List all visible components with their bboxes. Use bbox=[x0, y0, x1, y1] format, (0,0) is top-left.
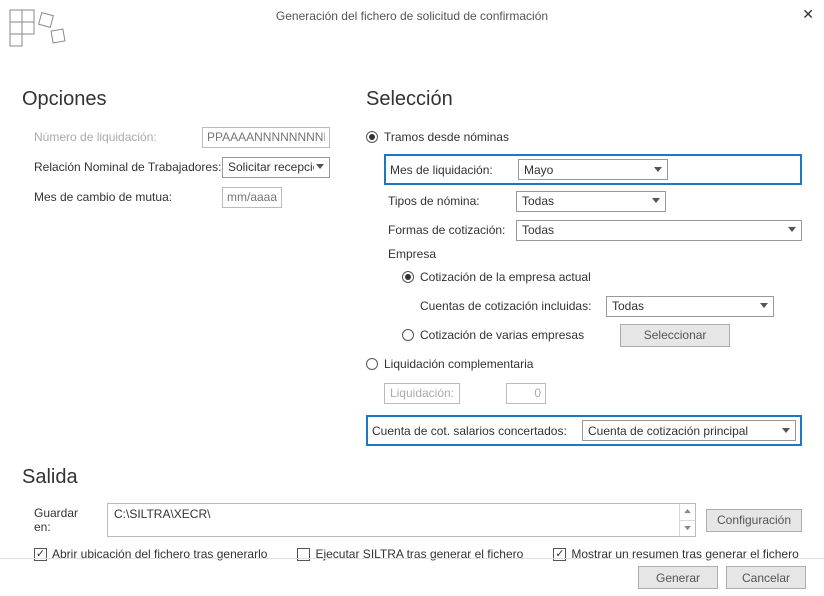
cuenta-cot-salarios-select[interactable]: Cuenta de cotización principal bbox=[582, 420, 796, 441]
chevron-down-icon bbox=[314, 158, 327, 177]
close-icon[interactable]: ✕ bbox=[802, 6, 814, 23]
tipos-nomina-select[interactable]: Todas bbox=[516, 191, 666, 212]
configuracion-button[interactable]: Configuración bbox=[706, 509, 802, 532]
chevron-down-icon bbox=[779, 421, 793, 440]
radio-dot-icon bbox=[366, 358, 378, 370]
num-liquidacion-label: Número de liquidación: bbox=[22, 130, 202, 144]
cuentas-incluidas-label: Cuentas de cotización incluidas: bbox=[420, 299, 606, 313]
relacion-nominal-label: Relación Nominal de Trabajadores: bbox=[22, 160, 222, 174]
formas-cotizacion-label: Formas de cotización: bbox=[384, 223, 516, 237]
num-liquidacion-input bbox=[202, 127, 330, 148]
guardar-en-input[interactable]: C:\SILTRA\XECR\ bbox=[107, 503, 696, 537]
tipos-nomina-label: Tipos de nómina: bbox=[384, 194, 516, 208]
radio-dot-icon bbox=[402, 271, 414, 283]
mes-liquidacion-select[interactable]: Mayo bbox=[518, 159, 668, 180]
radio-dot-icon bbox=[402, 329, 414, 341]
seleccion-heading: Selección bbox=[366, 88, 802, 111]
chevron-down-icon bbox=[649, 192, 663, 211]
cuenta-cot-salarios-label: Cuenta de cot. salarios concertados: bbox=[372, 424, 582, 438]
mes-liquidacion-label: Mes de liquidación: bbox=[390, 163, 518, 177]
mes-liquidacion-row: Mes de liquidación: Mayo bbox=[384, 154, 802, 185]
chevron-down-icon bbox=[757, 297, 771, 316]
radio-cotizacion-actual[interactable]: Cotización de la empresa actual bbox=[402, 270, 591, 284]
formas-cotizacion-select[interactable]: Todas bbox=[516, 220, 802, 241]
chevron-down-icon bbox=[785, 221, 799, 240]
chevron-down-icon[interactable] bbox=[680, 521, 695, 537]
app-logo-icon bbox=[8, 8, 68, 58]
window-title: Generación del fichero de solicitud de c… bbox=[276, 9, 548, 23]
seleccionar-button[interactable]: Seleccionar bbox=[620, 324, 730, 347]
opciones-heading: Opciones bbox=[22, 88, 352, 111]
chevron-down-icon bbox=[651, 160, 665, 179]
radio-cotizacion-varias[interactable]: Cotización de varias empresas bbox=[402, 328, 584, 342]
radio-tramos-desde-nominas[interactable]: Tramos desde nóminas bbox=[366, 130, 509, 144]
cancelar-button[interactable]: Cancelar bbox=[726, 566, 806, 589]
generar-button[interactable]: Generar bbox=[638, 566, 718, 589]
salida-heading: Salida bbox=[22, 466, 802, 489]
cuenta-cot-salarios-row: Cuenta de cot. salarios concertados: Cue… bbox=[366, 415, 802, 446]
guardar-en-label: Guardar en: bbox=[22, 506, 97, 534]
titlebar: Generación del fichero de solicitud de c… bbox=[0, 0, 824, 32]
empresa-group-label: Empresa bbox=[384, 247, 802, 261]
liquidacion-number: 0 bbox=[506, 383, 546, 404]
footer: Generar Cancelar bbox=[0, 558, 824, 596]
radio-liquidacion-complementaria[interactable]: Liquidación complementaria bbox=[366, 357, 533, 371]
scroll-spinner[interactable] bbox=[679, 504, 695, 536]
relacion-nominal-select[interactable]: Solicitar recepció bbox=[222, 157, 330, 178]
chevron-up-icon[interactable] bbox=[680, 504, 695, 521]
radio-dot-icon bbox=[366, 131, 378, 143]
liquidacion-label-box: Liquidación: bbox=[384, 383, 460, 404]
cuentas-incluidas-select[interactable]: Todas bbox=[606, 296, 774, 317]
mes-cambio-mutua-label: Mes de cambio de mutua: bbox=[22, 190, 222, 204]
mes-cambio-mutua-input[interactable] bbox=[222, 187, 282, 208]
